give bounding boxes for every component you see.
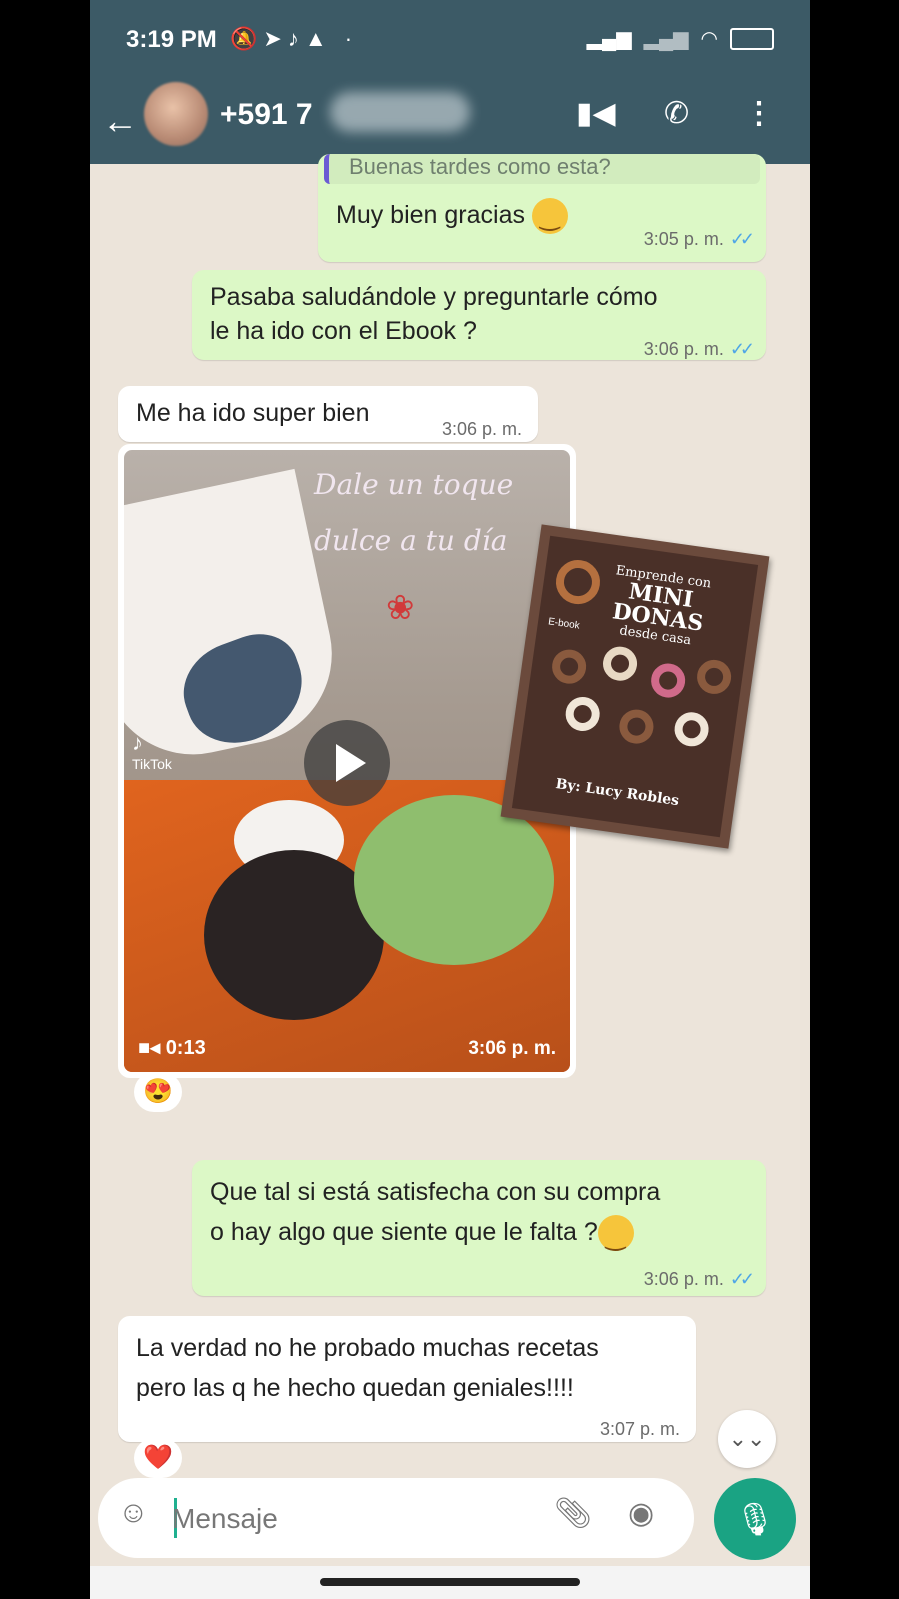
scroll-down-icon[interactable]: ⌄⌄ <box>718 1410 776 1468</box>
quoted-message[interactable]: Buenas tardes como esta? <box>324 154 760 184</box>
message-line: La verdad no he probado muchas recetas <box>136 1334 599 1362</box>
quoted-text: Buenas tardes como esta? <box>349 154 611 179</box>
read-ticks-icon: ✓✓ <box>729 1269 755 1289</box>
reaction-badge[interactable]: ❤️ <box>134 1438 182 1478</box>
home-indicator[interactable] <box>320 1578 580 1586</box>
message-meta: 3:06 p. m. ✓✓ <box>643 1262 755 1296</box>
message-incoming[interactable]: La verdad no he probado muchas recetas p… <box>118 1316 696 1442</box>
message-time: 3:05 p. m. <box>643 229 724 249</box>
status-time: 3:19 PM <box>126 26 217 53</box>
message-meta: 3:06 p. m. ✓✓ <box>643 332 755 366</box>
wifi-icon: ◠ <box>700 28 718 50</box>
message-outgoing[interactable]: Pasaba saludándole y preguntarle cómo le… <box>192 270 766 360</box>
status-right: ▂▄▆ ▂▄▆ ◠ 52 <box>587 26 774 51</box>
donut-green <box>354 795 554 965</box>
battery-icon: 52 <box>730 27 774 50</box>
message-text-block: Pasaba saludándole y preguntarle cómo le… <box>210 280 658 348</box>
message-time: 3:07 p. m. <box>599 1419 680 1439</box>
video-overlay-text: Dale un toque <box>314 468 514 501</box>
video-overlay-text: dulce a tu día <box>314 524 508 557</box>
signal-2-icon: ▂▄▆ <box>643 28 689 50</box>
donut-icon <box>672 710 711 749</box>
mic-icon[interactable]: 🎙︎ <box>714 1478 796 1560</box>
play-button[interactable] <box>304 720 390 806</box>
donut-icon <box>617 707 656 746</box>
reaction-badge[interactable]: 😍 <box>134 1072 182 1112</box>
smile-emoji-icon <box>597 1215 634 1258</box>
signal-icon: ▂▄▆ <box>586 28 632 50</box>
donut-icon <box>600 644 640 683</box>
video-duration: ■◂ 0:13 <box>138 1035 206 1060</box>
message-text-row: Muy bien gracias <box>336 198 568 235</box>
donut-icon <box>694 657 734 697</box>
read-ticks-icon: ✓✓ <box>729 339 755 359</box>
tiktok-label: TikTok <box>132 756 172 772</box>
message-line: Que tal si está satisfecha con su compra <box>210 1178 661 1206</box>
attach-icon[interactable]: 📎︎ <box>554 1496 592 1531</box>
ebook-label: E-book <box>547 616 581 632</box>
more-vert-icon[interactable]: ⋮ <box>744 96 774 131</box>
donut-icon <box>563 694 602 734</box>
message-outgoing[interactable]: Que tal si está satisfecha con su compra… <box>192 1160 766 1296</box>
ebook-author: By: Lucy Robles <box>554 775 681 810</box>
video-thumbnail[interactable]: Dale un toque dulce a tu día ❀ ♪ TikTok ■… <box>124 450 570 1072</box>
ebook-cover: E-book Emprende con MINI DONAS desde cas… <box>500 524 770 849</box>
contact-name[interactable]: +591 7 <box>220 98 313 132</box>
tulip-icon: ❀ <box>386 589 415 627</box>
video-call-icon[interactable]: ▮◀ <box>576 96 616 131</box>
system-nav-bar <box>90 1566 810 1599</box>
ebook-cover-inner: E-book Emprende con MINI DONAS desde cas… <box>511 535 759 838</box>
message-text-block: La verdad no he probado muchas recetas p… <box>136 1328 599 1408</box>
avatar[interactable] <box>144 82 208 146</box>
tiktok-logo-icon: ♪ <box>132 730 143 755</box>
camera-icon[interactable]: ◉ <box>628 1496 654 1531</box>
donut-icon <box>549 647 589 686</box>
message-time: 3:06 p. m. <box>643 339 724 359</box>
smile-emoji-icon <box>531 198 568 235</box>
ebook-title: Emprende con MINI DONAS desde casa <box>595 562 724 652</box>
emoji-icon[interactable]: ☺ <box>118 1496 149 1530</box>
message-meta: 3:05 p. m. ✓✓ <box>643 222 755 256</box>
message-line: o hay algo que siente que le falta ? <box>210 1218 598 1246</box>
redacted-number <box>330 92 470 132</box>
video-camera-icon: ■◂ <box>138 1037 166 1059</box>
message-outgoing[interactable]: Buenas tardes como esta? Muy bien gracia… <box>318 154 766 262</box>
read-ticks-icon: ✓✓ <box>729 229 755 249</box>
message-text-block: Que tal si está satisfecha con su compra… <box>210 1172 661 1258</box>
message-incoming[interactable]: Me ha ido super bien 3:06 p. m. <box>118 386 538 442</box>
message-time: 3:06 p. m. <box>441 419 522 439</box>
message-line: le ha ido con el Ebook ? <box>210 317 477 345</box>
message-input[interactable] <box>170 1498 504 1540</box>
donut-icon <box>553 557 603 607</box>
phone-screen: 3:19 PM 🔕➤♪▲ · ▂▄▆ ▂▄▆ ◠ 52 ← +591 7 ▮◀ … <box>90 0 810 1599</box>
status-bar: 3:19 PM 🔕➤♪▲ · ▂▄▆ ▂▄▆ ◠ 52 <box>90 0 810 82</box>
message-text: Muy bien gracias <box>336 201 525 229</box>
message-time: 3:06 p. m. <box>643 1269 724 1289</box>
phone-icon[interactable]: ✆ <box>664 96 689 131</box>
message-line: Pasaba saludándole y preguntarle cómo <box>210 283 658 311</box>
message-time: 3:06 p. m. <box>468 1038 556 1059</box>
donut-icon <box>648 661 688 700</box>
message-text: Me ha ido super bien <box>136 399 370 427</box>
notification-icons: 🔕➤♪▲ · <box>230 26 359 51</box>
message-composer: ☺ 📎︎ ◉ <box>98 1478 694 1558</box>
chat-area: Buenas tardes como esta? Muy bien gracia… <box>90 154 810 1478</box>
message-line: pero las q he hecho quedan geniales!!!! <box>136 1374 574 1402</box>
tiktok-watermark: ♪ TikTok <box>132 730 172 772</box>
battery-level: 52 <box>745 32 759 45</box>
arrow-left-icon[interactable]: ← <box>102 100 138 142</box>
video-duration-text: 0:13 <box>165 1037 206 1059</box>
